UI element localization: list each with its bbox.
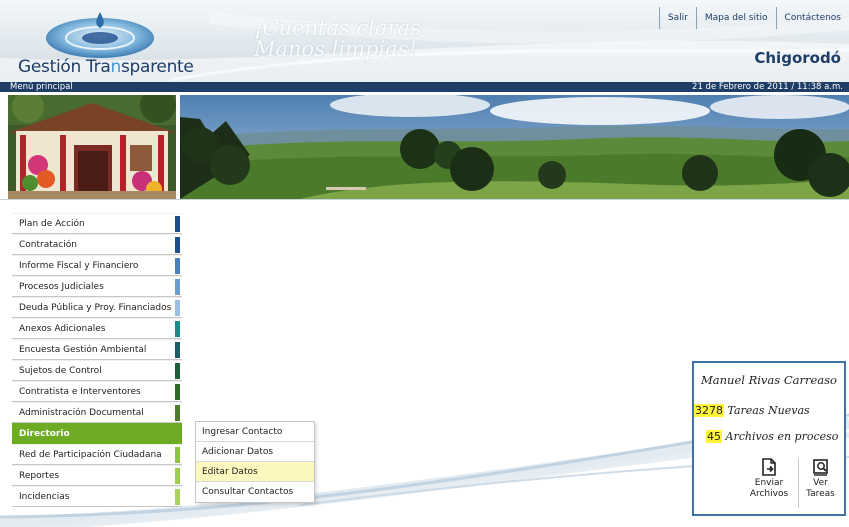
menu-item-contratacion[interactable]: Contratación — [12, 234, 182, 255]
files-in-process-label: Archivos en proceso — [725, 430, 839, 443]
menu-item-color-bar — [175, 363, 180, 379]
slogan-line-1: ¡Cuentas claras, — [254, 16, 428, 40]
new-tasks-row[interactable]: 3278 Tareas Nuevas — [694, 404, 810, 417]
menu-item-label: Procesos Judiciales — [19, 282, 104, 292]
send-file-icon — [762, 458, 776, 476]
contact-link[interactable]: Contáctenos — [775, 7, 849, 29]
menu-item-reportes[interactable]: Reportes — [12, 465, 182, 486]
menu-item-label: Red de Participación Ciudadana — [19, 450, 162, 460]
menu-item-color-bar — [175, 300, 180, 316]
view-tasks-label-1: Ver — [813, 478, 828, 488]
menu-item-label: Informe Fiscal y Financiero — [19, 261, 139, 271]
submenu-item-adicionar-datos[interactable]: Adicionar Datos — [196, 442, 314, 462]
slogan-line-2: Manos limpias! — [254, 37, 417, 61]
directorio-submenu: Ingresar Contacto Adicionar Datos Editar… — [195, 421, 315, 503]
view-tasks-button[interactable]: Ver Tareas — [798, 458, 842, 508]
municipality-name: Chigorodó — [754, 49, 841, 67]
menu-item-label: Anexos Adicionales — [19, 324, 106, 334]
menu-item-sujetos-control[interactable]: Sujetos de Control — [12, 360, 182, 381]
photo-separator — [0, 199, 849, 200]
menu-item-deuda-publica[interactable]: Deuda Pública y Proy. Financiados — [12, 297, 182, 318]
site-header: Gestión Transparente ¡Cuentas claras, Ma… — [0, 0, 849, 82]
top-links: Salir Mapa del sitio Contáctenos — [658, 6, 849, 30]
new-tasks-count: 3278 — [694, 404, 724, 417]
user-actions: Enviar Archivos Ver Tareas — [744, 458, 844, 510]
user-name: Manuel Rivas Carreaso — [701, 373, 837, 387]
menu-item-red-participacion[interactable]: Red de Participación Ciudadana — [12, 444, 182, 465]
menu-item-label: Incidencias — [19, 492, 70, 502]
menu-item-informe-fiscal[interactable]: Informe Fiscal y Financiero — [12, 255, 182, 276]
view-tasks-icon — [812, 459, 828, 476]
menu-item-color-bar — [175, 489, 180, 505]
menu-item-procesos-judiciales[interactable]: Procesos Judiciales — [12, 276, 182, 297]
files-in-process-count: 45 — [706, 430, 722, 443]
menu-item-label: Directorio — [19, 429, 70, 439]
menu-item-contratista-interventores[interactable]: Contratista e Interventores — [12, 381, 182, 402]
main-menu-label: Menú principal — [10, 82, 73, 92]
menu-item-color-bar — [175, 321, 180, 337]
send-files-button[interactable]: Enviar Archivos — [744, 458, 794, 508]
new-tasks-label: Tareas Nuevas — [727, 404, 810, 417]
menu-item-incidencias[interactable]: Incidencias — [12, 486, 182, 507]
view-tasks-label-2: Tareas — [806, 489, 835, 499]
sitemap-link[interactable]: Mapa del sitio — [695, 7, 776, 29]
menu-item-directorio[interactable]: Directorio — [12, 423, 182, 444]
submenu-item-editar-datos[interactable]: Editar Datos — [196, 462, 314, 482]
menu-item-label: Reportes — [19, 471, 60, 481]
menu-item-color-bar — [175, 468, 180, 484]
landscape-panorama-photo — [180, 95, 849, 199]
files-in-process-row[interactable]: 45 Archivos en proceso — [706, 430, 838, 443]
menu-item-color-bar — [175, 216, 180, 232]
menu-item-color-bar — [175, 384, 180, 400]
logout-link[interactable]: Salir — [658, 7, 696, 29]
colonial-house-photo — [8, 95, 176, 199]
send-files-label-2: Archivos — [749, 489, 789, 499]
menu-item-label: Deuda Pública y Proy. Financiados — [19, 303, 172, 313]
current-datetime: 21 de Febrero de 2011 / 11:38 a.m. — [692, 82, 843, 92]
water-drop-logo — [46, 12, 154, 58]
menu-item-color-bar — [175, 447, 180, 463]
menu-item-color-bar — [175, 342, 180, 358]
main-menu: Plan de Acción Contratación Informe Fisc… — [12, 213, 182, 507]
logo-text-part2: sparente — [120, 57, 194, 77]
menu-item-color-bar — [175, 405, 180, 421]
menu-item-label: Contratación — [19, 240, 77, 250]
site-logo-text[interactable]: Gestión Transparente — [18, 57, 194, 77]
menu-item-color-bar — [175, 237, 180, 253]
menu-item-plan-accion[interactable]: Plan de Acción — [12, 213, 182, 234]
menu-item-label: Encuesta Gestión Ambiental — [19, 345, 147, 355]
menu-item-encuesta-ambiental[interactable]: Encuesta Gestión Ambiental — [12, 339, 182, 360]
user-panel: Manuel Rivas Carreaso 3278 Tareas Nuevas… — [692, 361, 846, 516]
menu-item-label: Sujetos de Control — [19, 366, 102, 376]
menu-item-label: Plan de Acción — [19, 219, 85, 229]
submenu-item-ingresar-contacto[interactable]: Ingresar Contacto — [196, 422, 314, 442]
menu-item-color-bar — [175, 279, 180, 295]
logo-text-part1: Gestión Tra — [18, 57, 111, 77]
menu-item-administracion-documental[interactable]: Administración Documental — [12, 402, 182, 423]
send-files-label-1: Enviar — [754, 478, 784, 488]
menu-item-label: Contratista e Interventores — [19, 387, 141, 397]
submenu-item-consultar-contactos[interactable]: Consultar Contactos — [196, 482, 314, 502]
main-nav-bar: Menú principal 21 de Febrero de 2011 / 1… — [0, 82, 849, 92]
menu-item-color-bar — [175, 258, 180, 274]
slogan: ¡Cuentas claras, Manos limpias! — [254, 18, 427, 60]
menu-item-anexos-adicionales[interactable]: Anexos Adicionales — [12, 318, 182, 339]
logo-text-highlight: n — [110, 57, 121, 77]
menu-item-label: Administración Documental — [19, 408, 144, 418]
